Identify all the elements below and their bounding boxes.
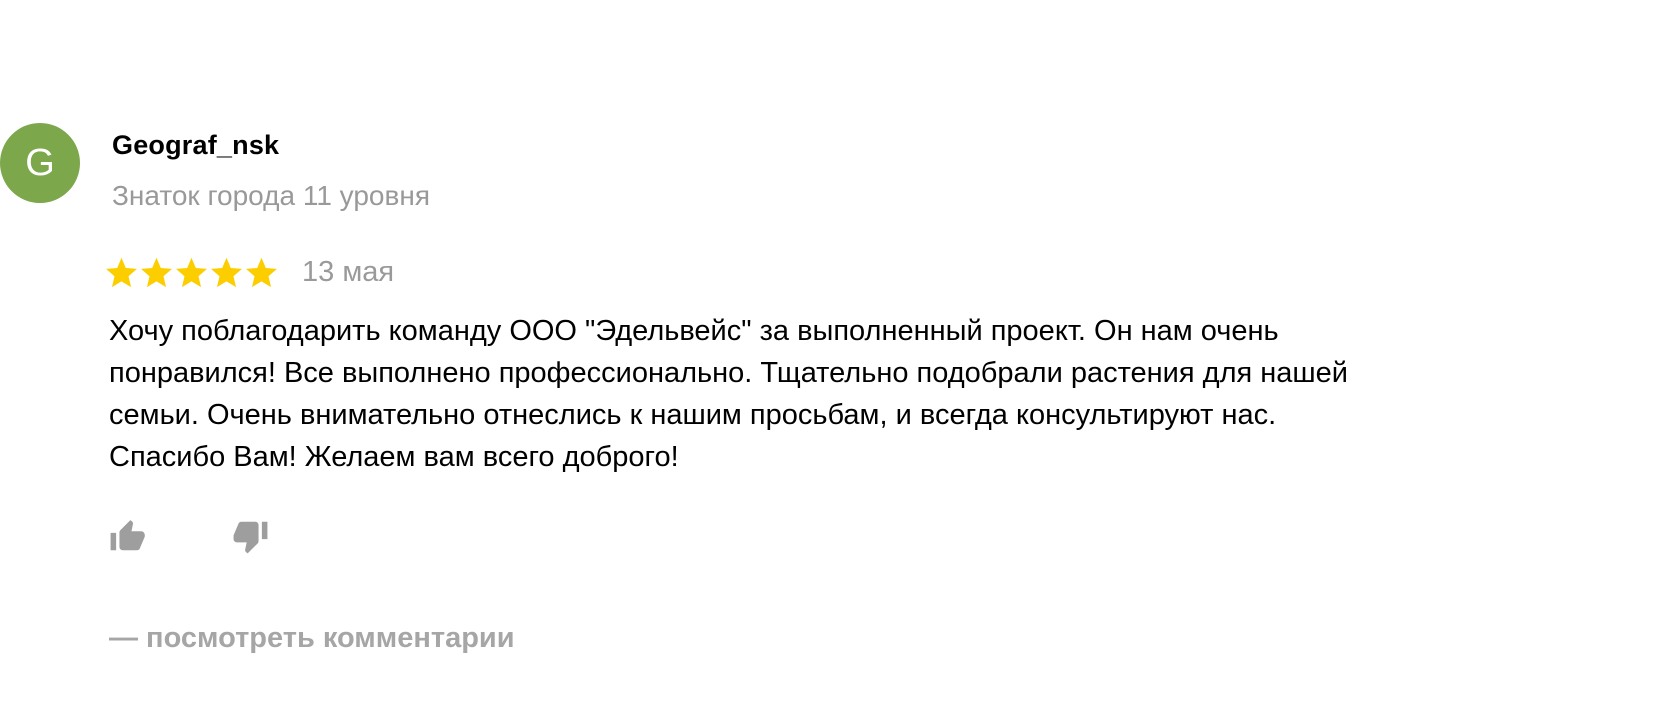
star-icon — [246, 257, 277, 287]
reactions — [108, 516, 270, 556]
review-card: G Geograf_nsk Знаток города 11 уровня 13… — [0, 0, 1680, 726]
star-icon — [176, 257, 207, 287]
view-comments-link[interactable]: — посмотреть комментарии — [109, 622, 515, 655]
review-date: 13 мая — [302, 256, 395, 288]
review-text: Хочу поблагодарить команду ООО "Эдельвей… — [109, 315, 1348, 473]
dislike-button[interactable] — [230, 516, 270, 556]
avatar[interactable]: G — [0, 123, 80, 203]
like-button[interactable] — [108, 516, 148, 556]
thumbs-down-icon — [233, 521, 268, 554]
rating — [104, 253, 279, 293]
star-icon — [106, 257, 137, 287]
star-icon — [141, 257, 172, 287]
author-level: Знаток города 11 уровня — [112, 180, 431, 211]
avatar-initial: G — [25, 141, 55, 184]
star-rating — [104, 256, 279, 291]
thumbs-up-icon — [110, 520, 145, 551]
author-name[interactable]: Geograf_nsk — [112, 130, 279, 161]
star-icon — [211, 257, 242, 287]
